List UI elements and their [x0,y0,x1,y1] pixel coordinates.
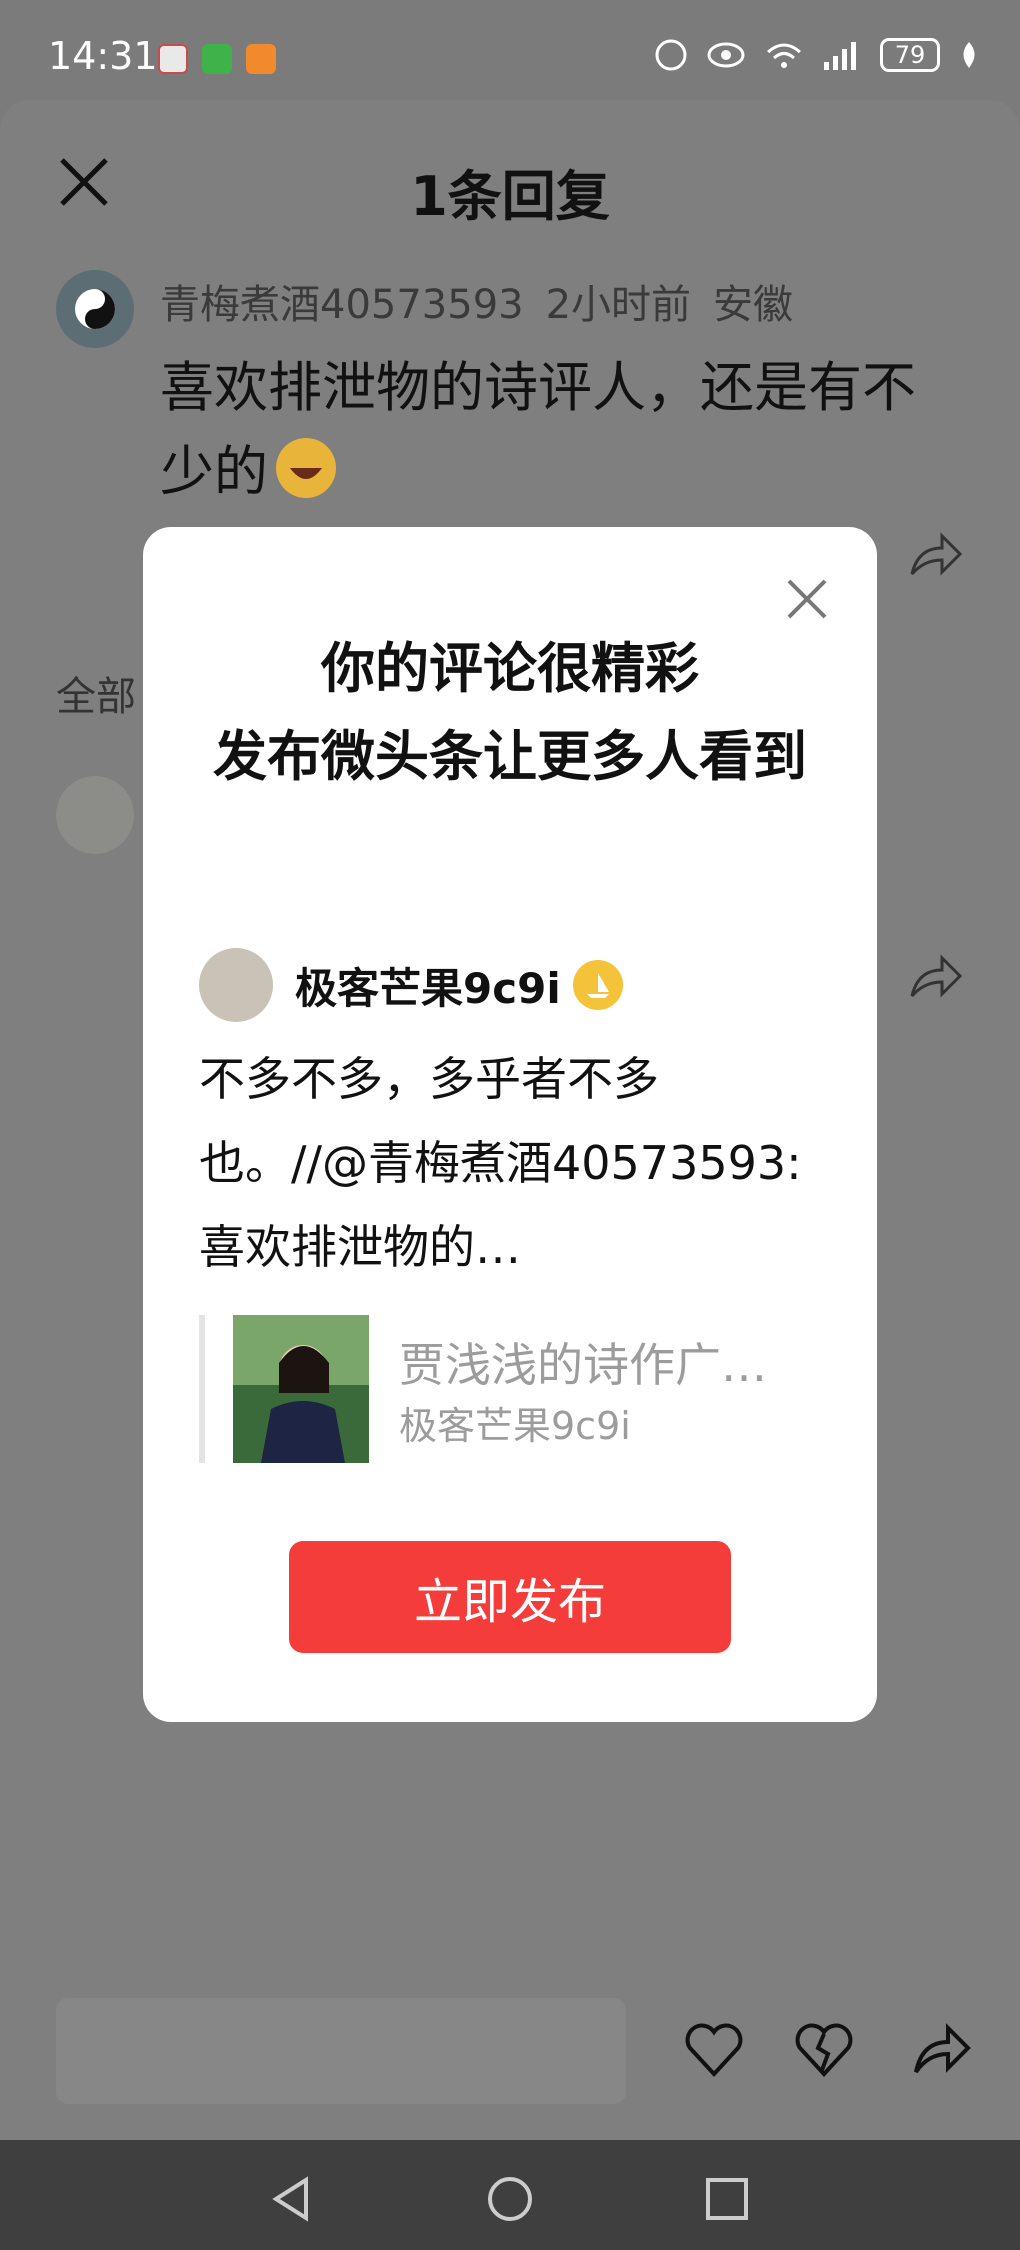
signal-icon [824,42,856,70]
comment-username[interactable]: 青梅煮酒40573593 [160,282,524,328]
avatar [199,948,273,1022]
eye-icon [707,42,745,68]
navigation-bar [0,2140,1020,2250]
recents-nav-icon[interactable] [702,2174,752,2224]
author-row: 极客芒果9c9i [199,947,623,1023]
avatar[interactable] [56,270,134,348]
comment-input[interactable] [56,1998,626,2104]
close-icon[interactable] [785,577,829,621]
laughing-emoji-icon [276,438,336,498]
status-bar: 14:31 79 [0,0,1020,100]
hd-icon [655,39,687,71]
comment-time: 2小时前 [545,282,692,328]
dialog-title-line1: 你的评论很精彩 [321,637,699,700]
yin-yang-icon [75,289,115,329]
comment-location: 安徽 [713,282,794,328]
author-name: 极客芒果9c9i [295,963,561,1013]
orange-app-icon [246,44,276,74]
share-icon[interactable] [908,950,964,1002]
quoted-article: 贾浅浅的诗作广… 极客芒果9c9i [199,1315,825,1463]
section-label: 全部 [56,674,136,720]
broken-heart-icon[interactable] [792,2018,856,2082]
home-nav-icon[interactable] [485,2174,535,2224]
back-nav-icon[interactable] [268,2174,318,2224]
battery-indicator: 79 [880,38,940,72]
publish-button[interactable]: 立即发布 [289,1541,731,1653]
wifi-icon [767,43,801,68]
status-time: 14:31 [48,34,158,78]
heart-icon[interactable] [682,2018,746,2082]
share-icon[interactable] [908,528,964,580]
avatar[interactable] [56,776,134,854]
dialog-title-line2: 发布微头条让更多人看到 [213,725,807,788]
share-icon[interactable] [910,2018,974,2082]
quote-author: 极客芒果9c9i [399,1404,631,1448]
publish-dialog: 你的评论很精彩 发布微头条让更多人看到 极客芒果9c9i 不多不多，多乎者不多也… [143,527,877,1722]
leaf-icon [963,42,975,68]
sheet-title: 1条回复 [410,165,610,228]
comment-meta: 青梅煮酒40573593 2小时前 安徽 [160,272,815,330]
toutiao-icon [158,44,188,74]
comment-text: 喜欢排泄物的诗评人，还是有不少的 [160,346,940,514]
dialog-body: 不多不多，多乎者不多也。//@青梅煮酒40573593:喜欢排泄物的… [199,1052,802,1274]
article-thumbnail [233,1315,369,1463]
dialog-title: 你的评论很精彩 发布微头条让更多人看到 [183,625,837,801]
wechat-icon [202,44,232,74]
quote-title: 贾浅浅的诗作广… [399,1338,767,1392]
sailboat-badge-icon [572,960,623,1010]
